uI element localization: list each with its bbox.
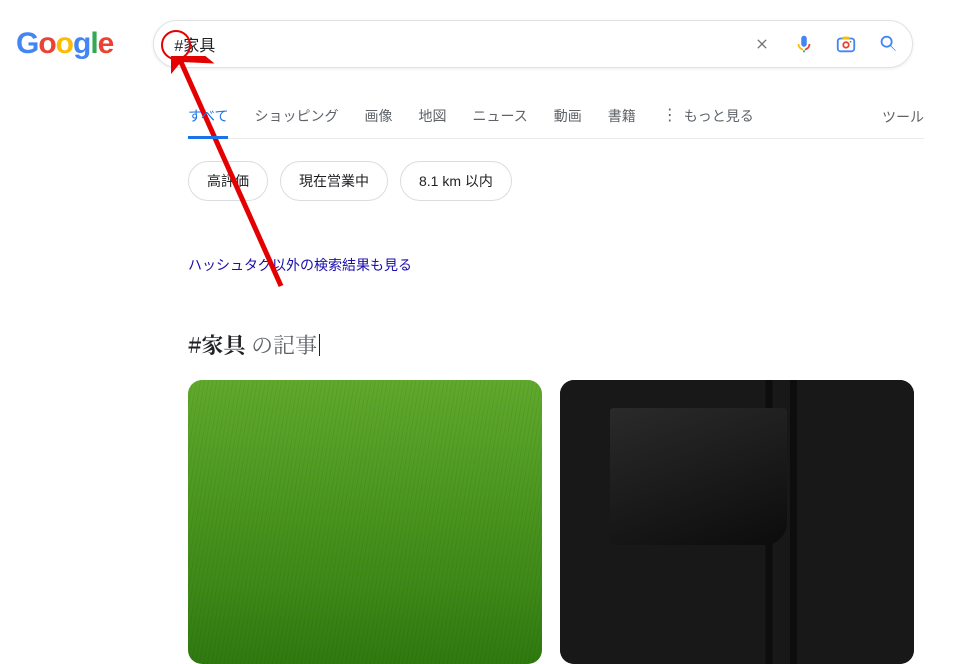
tab-videos[interactable]: 動画	[554, 96, 582, 138]
result-thumbnail-1	[188, 380, 542, 664]
tab-all[interactable]: すべて	[188, 96, 228, 138]
chip-within-distance[interactable]: 8.1 km 以内	[400, 161, 512, 201]
search-input[interactable]	[174, 35, 750, 53]
section-title: #家具 の記事	[188, 329, 924, 360]
tab-books[interactable]: 書籍	[608, 96, 636, 138]
tab-maps[interactable]: 地図	[418, 96, 446, 138]
tab-more-label: もっと見る	[684, 106, 754, 126]
section-title-bold: #家具	[188, 329, 246, 360]
more-vert-icon: ⋮	[662, 108, 678, 124]
search-wrap	[153, 20, 913, 68]
search-icon[interactable]	[876, 32, 900, 56]
chip-open-now[interactable]: 現在営業中	[280, 161, 388, 201]
result-card-2[interactable]	[560, 380, 914, 664]
tabs-row: すべて ショッピング 画像 地図 ニュース 動画 書籍 ⋮ もっと見る ツール	[188, 96, 924, 139]
tab-more[interactable]: ⋮ もっと見る	[662, 96, 754, 138]
result-thumbnail-2	[560, 380, 914, 664]
filter-chips: 高評価 現在営業中 8.1 km 以内	[188, 161, 924, 201]
image-search-icon[interactable]	[834, 32, 858, 56]
google-logo[interactable]: Google	[16, 27, 113, 61]
tab-shopping[interactable]: ショッピング	[254, 96, 338, 138]
tab-news[interactable]: ニュース	[472, 96, 527, 138]
hashtag-results-link[interactable]: ハッシュタグ以外の検索結果も見る	[188, 257, 412, 273]
tab-images[interactable]: 画像	[364, 96, 392, 138]
search-box	[153, 20, 913, 68]
text-cursor-icon	[319, 334, 320, 356]
section-title-rest: の記事	[246, 329, 318, 360]
voice-search-icon[interactable]	[792, 32, 816, 56]
tools-button[interactable]: ツール	[882, 107, 924, 127]
clear-icon[interactable]	[750, 32, 774, 56]
result-card-1[interactable]	[188, 380, 542, 664]
chip-high-rated[interactable]: 高評価	[188, 161, 268, 201]
